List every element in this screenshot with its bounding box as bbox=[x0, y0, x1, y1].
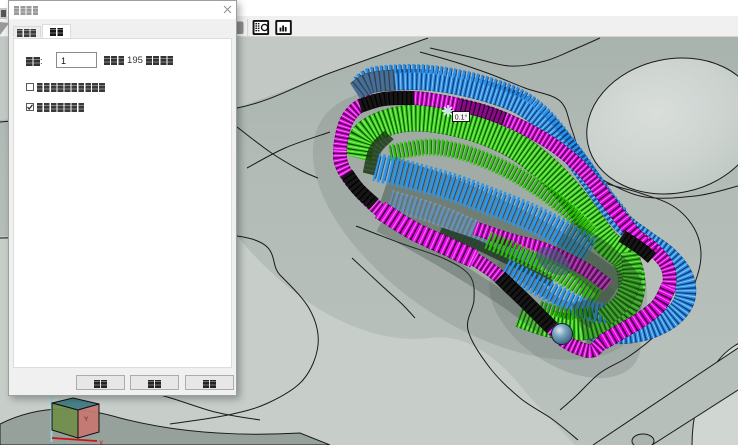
svg-text:X: X bbox=[99, 440, 104, 445]
svg-text:0.1°: 0.1° bbox=[455, 114, 468, 122]
svg-text:Y: Y bbox=[84, 416, 89, 423]
